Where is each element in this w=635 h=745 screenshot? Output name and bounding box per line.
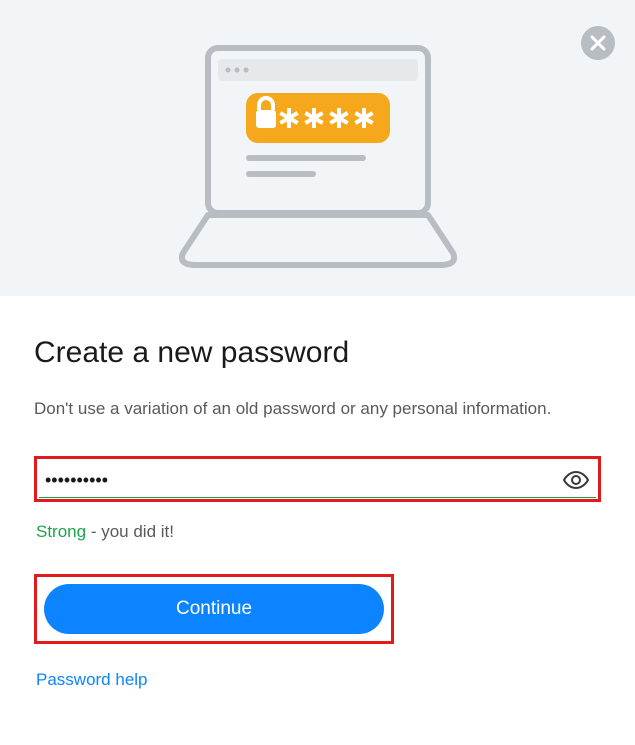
- page-title: Create a new password: [34, 336, 601, 370]
- hero-banner: [0, 0, 635, 296]
- continue-button[interactable]: Continue: [44, 584, 384, 634]
- close-button[interactable]: [581, 26, 615, 60]
- password-strength-text: Strong - you did it!: [34, 522, 601, 542]
- password-field-highlight: ••••••••••: [34, 456, 601, 502]
- strength-label: Strong: [36, 522, 86, 541]
- subtitle-text: Don't use a variation of an old password…: [34, 396, 601, 422]
- strength-suffix: - you did it!: [86, 522, 174, 541]
- content-area: Create a new password Don't use a variat…: [0, 296, 635, 690]
- password-value-masked: ••••••••••: [45, 470, 554, 491]
- password-input[interactable]: ••••••••••: [39, 462, 596, 498]
- continue-button-highlight: Continue: [34, 574, 394, 644]
- laptop-password-illustration: [168, 43, 468, 273]
- close-icon: [581, 26, 615, 60]
- toggle-visibility-button[interactable]: [562, 470, 590, 490]
- eye-icon: [562, 470, 590, 490]
- password-help-link[interactable]: Password help: [34, 670, 601, 690]
